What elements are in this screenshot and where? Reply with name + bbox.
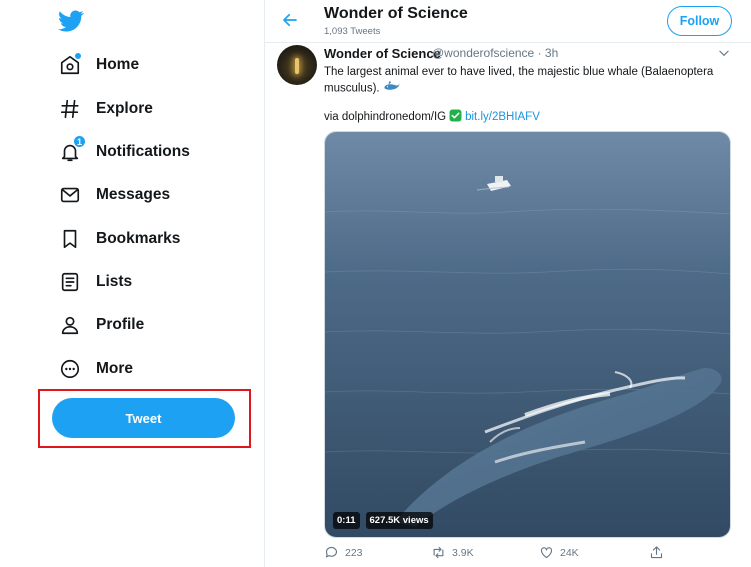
tweet-via: via dolphindronedom/IG bit.ly/2BHIAFV xyxy=(324,109,540,125)
tweet-link[interactable]: bit.ly/2BHIAFV xyxy=(465,111,540,123)
nav-profile-label: Profile xyxy=(96,316,145,333)
heart-icon xyxy=(540,547,553,559)
nav-more[interactable]: More xyxy=(58,355,133,383)
page-title: Wonder of Science xyxy=(324,5,468,22)
like-count: 24K xyxy=(560,546,579,559)
nav-explore[interactable]: Explore xyxy=(58,95,153,123)
retweet-icon xyxy=(433,546,444,559)
tweet-via-text: via dolphindronedom/IG xyxy=(324,111,447,123)
nav-home-label: Home xyxy=(96,56,140,73)
retweet-button[interactable]: 3.9K xyxy=(431,545,474,560)
bell-icon: 1 xyxy=(58,135,86,164)
video-duration: 0:11 xyxy=(333,512,360,529)
like-button[interactable]: 24K xyxy=(539,545,579,560)
reply-count: 223 xyxy=(345,546,363,559)
nav-lists[interactable]: Lists xyxy=(58,268,132,296)
person-icon xyxy=(58,313,82,337)
nav-home[interactable]: Home xyxy=(58,51,139,79)
home-icon xyxy=(58,52,82,77)
nav-notifications-label: Notifications xyxy=(96,143,190,160)
tweet-button[interactable]: Tweet xyxy=(52,398,235,438)
tweet-author-name[interactable]: Wonder of Science xyxy=(324,46,441,61)
more-circle-icon xyxy=(58,357,82,381)
video-views: 627.5K views xyxy=(365,512,433,529)
tweet-actions: 223 3.9K 24K xyxy=(324,545,731,563)
chevron-down-icon[interactable] xyxy=(717,46,731,60)
nav-more-label: More xyxy=(96,360,134,377)
retweet-count: 3.9K xyxy=(452,546,474,559)
nav-notifications[interactable]: 1 Notifications xyxy=(58,135,190,166)
sidebar: Home Explore 1 Notifications Messages Bo… xyxy=(0,0,265,567)
main-column: Wonder of Science 1,093 Tweets Follow Wo… xyxy=(265,0,751,567)
video-info: 0:11 627.5K views xyxy=(333,512,433,529)
profile-header: Wonder of Science 1,093 Tweets Follow xyxy=(265,0,751,43)
bookmark-icon xyxy=(58,227,82,251)
follow-button[interactable]: Follow xyxy=(667,6,732,36)
tweet-count: 1,093 Tweets xyxy=(324,26,381,37)
nav-bookmarks[interactable]: Bookmarks xyxy=(58,225,180,253)
nav-profile[interactable]: Profile xyxy=(58,311,144,339)
envelope-icon xyxy=(58,183,82,207)
notification-badge: 1 xyxy=(73,135,86,148)
video-frame xyxy=(325,132,730,537)
home-new-dot xyxy=(74,52,82,60)
reply-button[interactable]: 223 xyxy=(324,545,363,560)
list-icon xyxy=(58,270,82,294)
nav-bookmarks-label: Bookmarks xyxy=(96,230,181,247)
nav-messages-label: Messages xyxy=(96,186,171,203)
tweet-author-handle[interactable]: @wonderofscience · 3h xyxy=(432,46,558,60)
twitter-logo-icon[interactable] xyxy=(58,8,84,34)
tweet-text: The largest animal ever to have lived, t… xyxy=(324,64,729,97)
nav-lists-label: Lists xyxy=(96,273,133,290)
reply-icon xyxy=(325,546,338,558)
nav-explore-label: Explore xyxy=(96,100,153,117)
share-button[interactable] xyxy=(649,545,664,560)
whale-emoji-icon xyxy=(383,80,401,97)
hashtag-icon xyxy=(58,97,82,121)
share-icon xyxy=(650,546,663,559)
nav-messages[interactable]: Messages xyxy=(58,181,170,209)
tweet-video[interactable]: 0:11 627.5K views xyxy=(324,131,731,538)
back-arrow-icon[interactable] xyxy=(279,9,301,31)
avatar[interactable] xyxy=(277,45,317,85)
check-mark-icon xyxy=(449,109,462,125)
